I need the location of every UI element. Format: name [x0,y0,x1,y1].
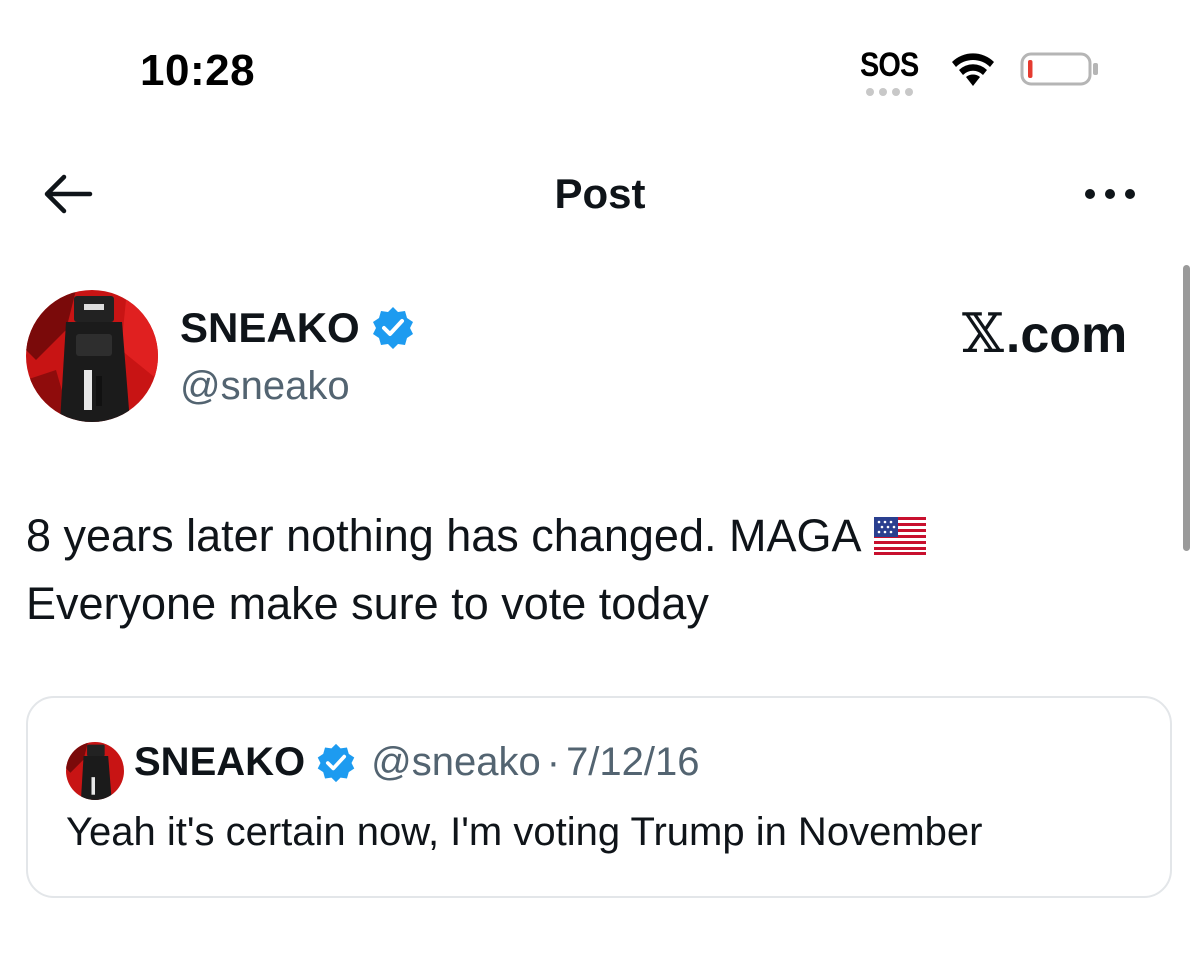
author-name[interactable]: SNEAKO [180,304,360,352]
avatar-image [66,742,124,800]
quoted-author-handle[interactable]: @sneako [371,740,541,785]
sos-label: SOS [860,46,919,84]
separator-dot: · [546,740,561,784]
more-button[interactable] [1080,178,1144,210]
wifi-icon [952,53,994,86]
scrollbar[interactable] [1183,265,1190,551]
page-title: Post [554,170,646,217]
avatar-image [26,290,158,422]
author-name-row[interactable]: SNEAKO [180,304,416,352]
x-logo-icon: 𝕏 [962,302,1004,365]
post-text-line: 8 years later nothing has changed. MAGA [26,502,1156,570]
quoted-post[interactable]: SNEAKO @sneako · 7/12/16 Yeah it's certa… [26,696,1172,898]
quoted-author-name[interactable]: SNEAKO [134,740,305,785]
status-indicators: SOS [860,46,1120,96]
status-time: 10:28 [140,46,256,95]
author-handle[interactable]: @sneako [180,364,350,409]
author-avatar[interactable] [26,290,158,422]
post-text: 8 years later nothing has changed. MAGA … [26,502,1156,638]
quoted-post-header: SNEAKO @sneako · 7/12/16 [134,740,700,785]
us-flag-icon [873,517,926,555]
quoted-post-date: 7/12/16 [566,740,700,784]
battery-icon [1020,52,1098,86]
quoted-post-text: Yeah it's certain now, I'm voting Trump … [66,810,983,854]
post-text-line-1: 8 years later nothing has changed. MAGA [26,510,862,561]
quoted-author-avatar[interactable] [66,742,124,800]
x-watermark: 𝕏 .com [962,302,1127,365]
post-text-line-2: Everyone make sure to vote today [26,578,709,629]
more-horizontal-icon [1085,189,1135,199]
watermark-text: .com [1005,306,1128,364]
signal-dots [866,88,913,96]
verified-badge-icon [372,307,413,349]
verified-badge-icon [317,743,355,782]
